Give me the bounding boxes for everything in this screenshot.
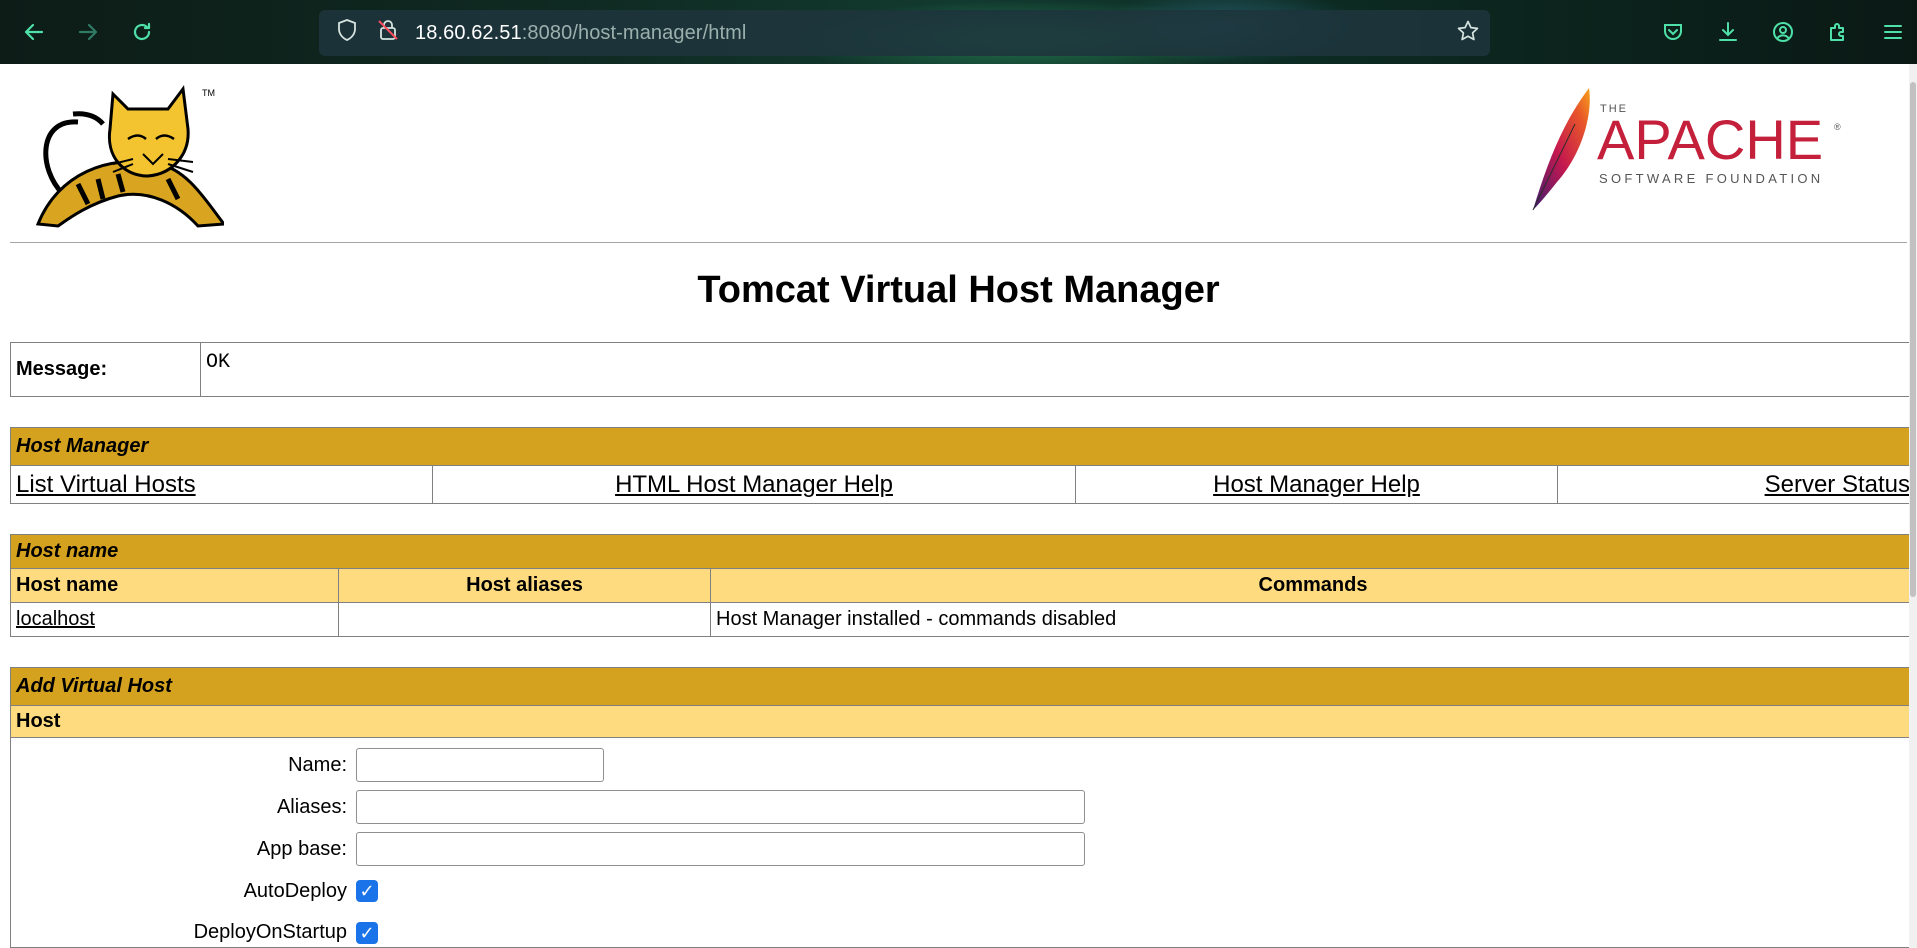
autodeploy-row: AutoDeploy ✓	[11, 870, 1915, 912]
insecure-lock-icon[interactable]	[375, 19, 401, 47]
page-title: Tomcat Virtual Host Manager	[697, 269, 1220, 311]
header-divider	[10, 242, 1907, 243]
forward-button[interactable]	[72, 16, 104, 48]
column-commands: Commands	[710, 568, 1916, 603]
url-host: 18.60.62.51	[415, 21, 522, 44]
logo-header: TM THE APACHE ® SOFTWARE FOUNDATION	[10, 64, 1907, 242]
svg-text:APACHE: APACHE	[1597, 108, 1823, 171]
autodeploy-checkbox[interactable]: ✓	[356, 880, 378, 902]
html-help-cell: HTML Host Manager Help	[432, 465, 1076, 504]
message-value: OK	[200, 342, 1916, 397]
reload-button[interactable]	[126, 16, 158, 48]
tomcat-tm-mark: TM	[202, 88, 215, 98]
list-virtual-hosts-cell: List Virtual Hosts	[10, 465, 433, 504]
page-content: TM THE APACHE ® SOFTWARE FOUNDATION Tomc…	[0, 64, 1917, 948]
vertical-scrollbar[interactable]	[1909, 64, 1917, 948]
add-virtual-host-table: Add Virtual Host Host Name: Aliases: App…	[10, 667, 1916, 948]
checkmark-icon: ✓	[359, 880, 375, 901]
help-cell: Host Manager Help	[1075, 465, 1558, 504]
svg-text:SOFTWARE FOUNDATION: SOFTWARE FOUNDATION	[1599, 171, 1823, 186]
reload-icon	[133, 22, 151, 41]
appbase-input[interactable]	[356, 832, 1085, 866]
list-virtual-hosts-link[interactable]: List Virtual Hosts	[16, 471, 196, 498]
host-aliases-cell	[338, 602, 711, 637]
aliases-input[interactable]	[356, 790, 1085, 824]
host-manager-heading: Host Manager	[10, 427, 1916, 466]
column-host-name: Host name	[10, 568, 339, 603]
message-label: Message:	[10, 342, 201, 397]
name-label: Name:	[288, 753, 347, 776]
extensions-icon[interactable]	[1820, 14, 1856, 50]
url-path: :8080/host-manager/html	[521, 21, 747, 44]
add-host-form: Name: Aliases: App base: AutoDeploy ✓ De…	[10, 737, 1916, 948]
back-button[interactable]	[18, 16, 50, 48]
add-host-heading: Add Virtual Host	[10, 667, 1916, 706]
url-text[interactable]: 18.60.62.51:8080/host-manager/html	[415, 22, 746, 45]
download-icon[interactable]	[1710, 14, 1746, 50]
address-bar[interactable]: 18.60.62.51:8080/host-manager/html	[319, 10, 1490, 56]
browser-toolbar: 18.60.62.51:8080/host-manager/html	[0, 0, 1917, 64]
hosts-table: Host name Host name Host aliases Command…	[10, 534, 1916, 637]
forward-arrow-icon	[78, 23, 98, 41]
server-status-link[interactable]: Server Status	[1765, 471, 1910, 498]
autodeploy-label: AutoDeploy	[243, 879, 347, 902]
tomcat-logo[interactable]: TM	[18, 84, 227, 234]
host-link-localhost[interactable]: localhost	[16, 608, 95, 630]
host-name-cell: localhost	[10, 602, 339, 637]
table-row: localhost Host Manager installed - comma…	[10, 602, 1916, 637]
back-arrow-icon	[24, 23, 44, 41]
appbase-row: App base:	[11, 828, 1915, 870]
apache-logo[interactable]: THE APACHE ® SOFTWARE FOUNDATION	[1527, 84, 1847, 219]
checkmark-icon: ✓	[359, 922, 375, 943]
aliases-row: Aliases:	[11, 786, 1915, 828]
html-host-manager-help-link[interactable]: HTML Host Manager Help	[615, 471, 893, 498]
shield-icon[interactable]	[334, 19, 360, 47]
menu-icon[interactable]	[1875, 14, 1911, 50]
host-manager-help-link[interactable]: Host Manager Help	[1213, 471, 1420, 498]
deployonstartup-label: DeployOnStartup	[193, 921, 347, 943]
toolbar-icons	[1636, 14, 1911, 50]
scrollbar-thumb[interactable]	[1910, 82, 1916, 597]
account-icon[interactable]	[1765, 14, 1801, 50]
aliases-label: Aliases:	[276, 795, 347, 818]
host-manager-table: Host Manager List Virtual Hosts HTML Hos…	[10, 427, 1916, 504]
name-row: Name:	[11, 744, 1915, 786]
host-commands-cell: Host Manager installed - commands disabl…	[710, 602, 1916, 637]
pocket-icon[interactable]	[1655, 14, 1691, 50]
server-status-cell: Server Status	[1557, 465, 1916, 504]
hosts-heading: Host name	[10, 534, 1916, 569]
column-host-aliases: Host aliases	[338, 568, 711, 603]
bookmark-star-icon[interactable]	[1456, 19, 1480, 50]
deployonstartup-checkbox[interactable]: ✓	[356, 922, 378, 944]
svg-text:®: ®	[1834, 122, 1841, 132]
name-input[interactable]	[356, 748, 604, 782]
message-table: Message: OK	[10, 342, 1916, 397]
add-host-subheading: Host	[10, 705, 1916, 738]
deployonstartup-row: DeployOnStartup ✓	[11, 912, 1915, 944]
appbase-label: App base:	[256, 837, 347, 860]
